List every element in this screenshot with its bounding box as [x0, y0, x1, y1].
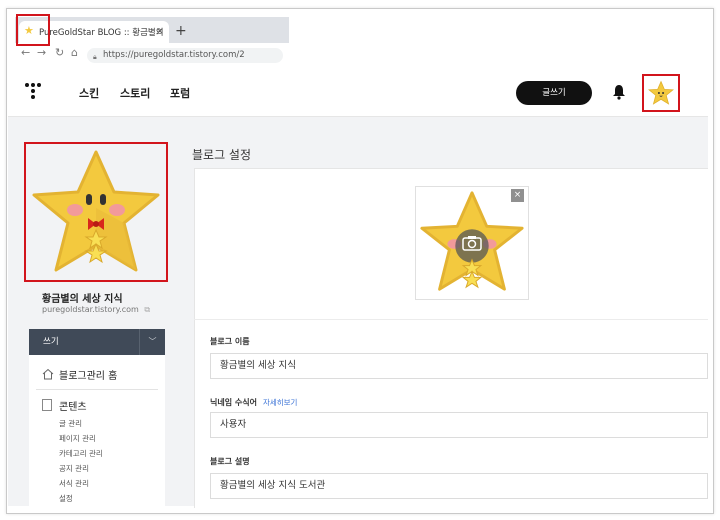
nav-forum[interactable]: 포럼	[170, 85, 190, 101]
url-text: https://puregoldstar.tistory.com/2	[103, 50, 245, 60]
sidebar-item-home[interactable]: 블로그관리 홈	[42, 367, 117, 382]
lock-icon: 🔒︎	[93, 53, 97, 61]
back-arrow-icon[interactable]: ←	[21, 46, 30, 59]
document-icon	[42, 399, 52, 411]
page-title: 블로그 설정	[192, 148, 252, 162]
blog-name-label: 블로그 이름	[210, 337, 250, 346]
sidebar-write-button[interactable]: 쓰기 ﹀	[29, 329, 165, 355]
tistory-logo[interactable]	[25, 83, 41, 101]
nickname-label: 닉네임 수식어	[210, 398, 257, 407]
nav-story[interactable]: 스토리	[120, 85, 150, 101]
external-link-icon: ⧉	[144, 305, 151, 314]
blog-url-link[interactable]: puregoldstar.tistory.com ⧉	[42, 305, 150, 315]
nickname-label-row: 닉네임 수식어 자세히보기	[210, 397, 297, 408]
reload-icon[interactable]: ↻	[55, 46, 64, 59]
sidebar-sub-templates[interactable]: 서식 관리	[59, 478, 89, 489]
tab-close-icon[interactable]: ×	[156, 26, 164, 37]
blog-url-text: puregoldstar.tistory.com	[42, 305, 139, 314]
camera-icon[interactable]	[462, 235, 482, 251]
sidebar-sub-settings[interactable]: 설정	[59, 493, 73, 504]
chevron-down-icon[interactable]: ﹀	[139, 329, 165, 355]
sidebar-sub-notices[interactable]: 공지 관리	[59, 463, 89, 474]
profile-avatar-button[interactable]	[642, 74, 680, 112]
write-button[interactable]: 글쓰기	[516, 81, 592, 105]
sidebar-divider	[36, 389, 158, 390]
sidebar-sub-categories[interactable]: 카테고리 관리	[59, 448, 103, 459]
sidebar-item-contents[interactable]: 콘텐츠	[42, 398, 87, 413]
tab-title: PureGoldStar BLOG :: 황금별의	[39, 28, 164, 38]
avatar	[648, 80, 674, 105]
home-icon[interactable]: ⌂	[71, 46, 78, 59]
nav-skin[interactable]: 스킨	[79, 85, 99, 101]
address-bar[interactable]: 🔒︎ https://puregoldstar.tistory.com/2	[87, 48, 283, 63]
sidebar-sub-pages[interactable]: 페이지 관리	[59, 433, 96, 444]
forward-arrow-icon[interactable]: →	[37, 46, 46, 59]
sidebar-menu	[29, 329, 165, 509]
nickname-input[interactable]: 사용자	[210, 412, 708, 438]
blog-profile-image-highlight[interactable]	[24, 142, 168, 282]
sidebar-write-label: 쓰기	[43, 337, 59, 347]
card-divider	[194, 319, 708, 320]
blog-name-input[interactable]: 황금별의 세상 지식	[210, 353, 708, 379]
new-tab-button[interactable]: +	[175, 23, 187, 39]
remove-image-button[interactable]: ×	[511, 189, 524, 202]
blog-name: 황금별의 세상 지식	[42, 294, 123, 305]
blog-profile-image	[32, 150, 160, 272]
bell-icon[interactable]	[612, 84, 626, 100]
favicon-highlight	[16, 14, 50, 46]
sidebar-sub-posts[interactable]: 글 관리	[59, 418, 82, 429]
blog-desc-label: 블로그 설명	[210, 457, 250, 466]
blog-desc-input[interactable]: 황금별의 세상 지식 도서관	[210, 473, 708, 499]
nickname-help-link[interactable]: 자세히보기	[263, 398, 298, 407]
house-icon	[42, 368, 54, 380]
